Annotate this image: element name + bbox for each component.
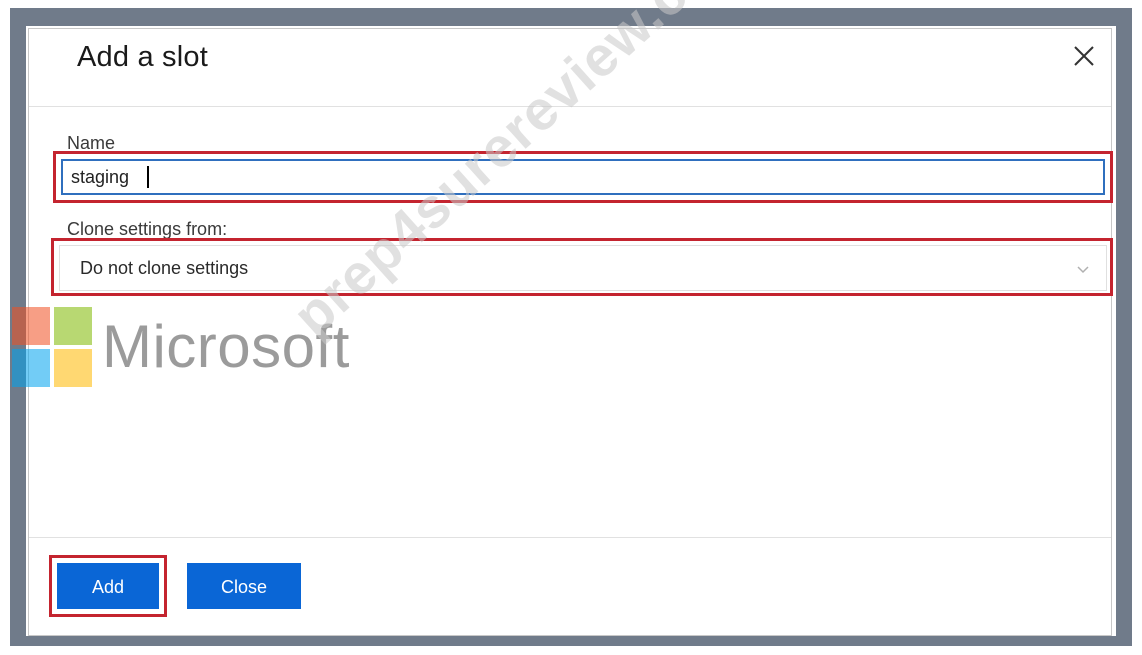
text-caret: [147, 166, 149, 188]
dialog-title: Add a slot: [77, 41, 208, 73]
clone-settings-value: Do not clone settings: [80, 258, 249, 278]
chevron-down-icon: [1076, 262, 1090, 276]
clone-settings-select[interactable]: Do not clone settings: [59, 245, 1107, 291]
footer-divider: [29, 537, 1111, 538]
clone-settings-label: Clone settings from:: [67, 219, 228, 239]
microsoft-logo-icon: [12, 307, 94, 389]
screenshot-frame: Add a slot Name Clone settings from: Do …: [0, 0, 1142, 655]
add-button[interactable]: Add: [57, 563, 159, 609]
close-button[interactable]: Close: [187, 563, 301, 609]
close-icon[interactable]: [1069, 41, 1099, 71]
name-input[interactable]: [61, 159, 1105, 195]
